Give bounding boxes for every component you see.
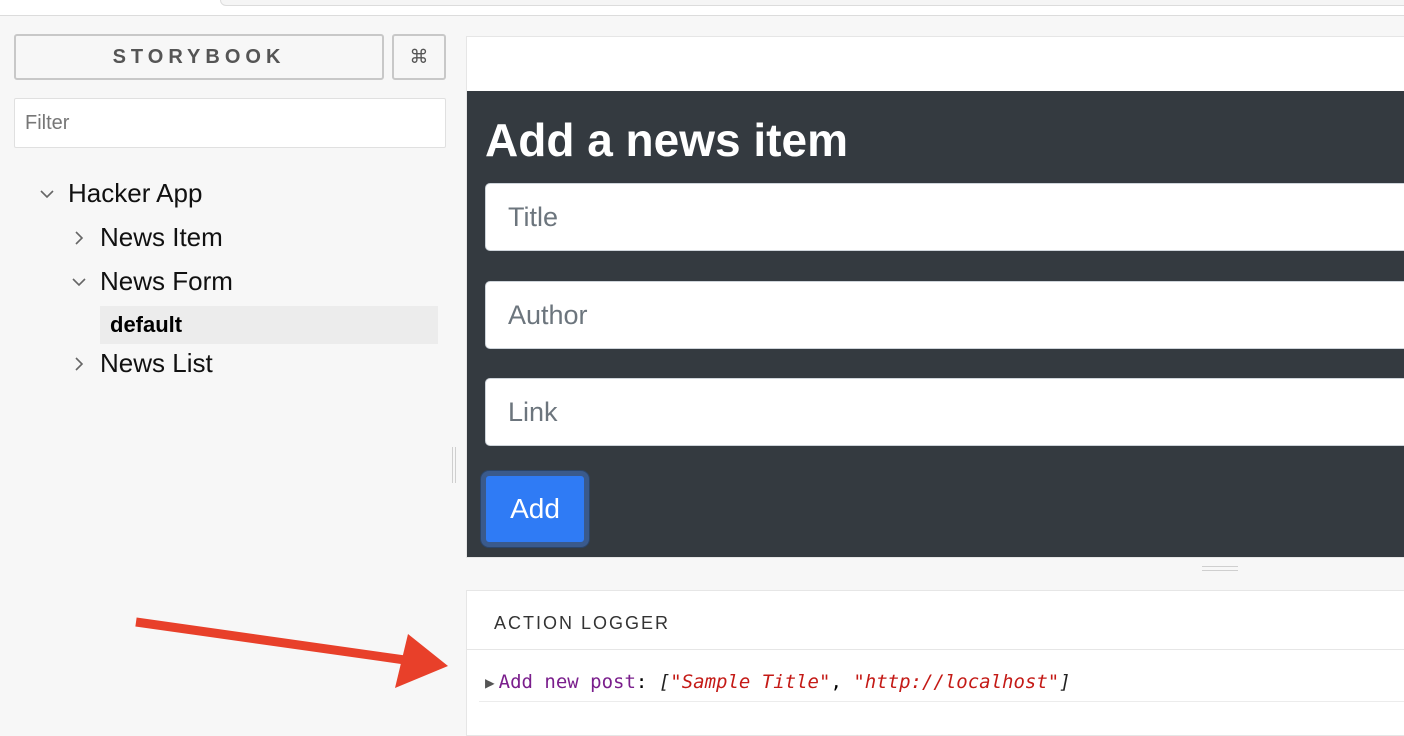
storybook-brand-button[interactable]: STORYBOOK (14, 34, 384, 80)
tree-story-default[interactable]: default (100, 306, 438, 344)
add-button[interactable]: Add (481, 471, 589, 547)
browser-top-bar (0, 0, 1404, 16)
log-open-bracket: [ (658, 671, 671, 693)
tree-item-label: News List (100, 348, 213, 378)
tree-item-news-item[interactable]: News Item (66, 222, 223, 253)
form-title: Add a news item (485, 114, 848, 166)
chevron-down-icon (34, 181, 60, 207)
addons-panel: ACTION LOGGER ▶ Add new post: ["Sample Ti… (466, 590, 1404, 736)
chevron-right-icon (66, 225, 92, 251)
address-bar[interactable] (220, 0, 1404, 6)
log-arg-link: "http://localhost" (853, 671, 1060, 693)
title-field[interactable] (485, 183, 1404, 251)
story-label: default (110, 312, 183, 337)
tree-item-hacker-app[interactable]: Hacker App (34, 178, 202, 209)
sidebar-resize-handle[interactable] (452, 447, 456, 483)
triangle-right-icon[interactable]: ▶ (485, 673, 495, 692)
news-form-container: Add a news item Add (467, 91, 1404, 557)
action-log-entry[interactable]: ▶ Add new post: ["Sample Title", "http://… (485, 671, 1071, 693)
link-field[interactable] (485, 378, 1404, 446)
log-colon: : (635, 671, 648, 693)
tree-item-label: News Form (100, 266, 233, 296)
log-close-bracket: ] (1059, 671, 1071, 693)
tree-item-news-form[interactable]: News Form (66, 266, 233, 297)
tab-action-logger[interactable]: ACTION LOGGER (494, 613, 670, 634)
action-name: Add new post (498, 671, 636, 693)
log-arg-title: "Sample Title" (670, 671, 831, 693)
panel-resize-handle[interactable] (1202, 566, 1238, 571)
filter-input[interactable] (14, 98, 446, 148)
chevron-right-icon (66, 351, 92, 377)
log-divider (479, 701, 1404, 702)
tree-item-news-list[interactable]: News List (66, 348, 213, 379)
keyboard-shortcuts-button[interactable]: ⌘ (392, 34, 446, 80)
author-field[interactable] (485, 281, 1404, 349)
log-comma: , (830, 671, 842, 693)
story-preview: Add a news item Add (466, 36, 1404, 558)
panel-header: ACTION LOGGER (467, 591, 1404, 650)
tree-item-label: Hacker App (68, 178, 203, 208)
tree-item-label: News Item (100, 222, 223, 252)
chevron-down-icon (66, 269, 92, 295)
